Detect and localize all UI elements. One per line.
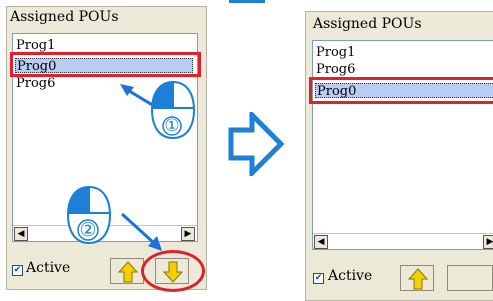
left-active-label: Active xyxy=(26,260,71,276)
right-panel-title: Assigned POUs xyxy=(313,16,422,32)
top-accent-bar xyxy=(229,0,265,3)
scroll-right-icon[interactable]: ▶ xyxy=(483,235,493,249)
arrow-up-icon xyxy=(408,268,428,290)
mouse-icon: ① xyxy=(150,80,196,144)
pointer-arrow-icon xyxy=(120,212,162,251)
right-horizontal-scrollbar[interactable]: ◀ ▶ xyxy=(313,233,493,249)
moved-item-highlight xyxy=(309,77,493,104)
step-1-label: ① xyxy=(164,116,180,136)
step-2-label: ② xyxy=(79,219,97,241)
list-item[interactable]: Prog1 xyxy=(315,45,493,60)
scroll-right-icon[interactable]: ▶ xyxy=(181,227,195,241)
mouse-icon: ② xyxy=(66,185,112,249)
left-move-up-button[interactable] xyxy=(110,258,144,284)
right-active-checkbox[interactable]: ✔ xyxy=(313,273,324,284)
list-item[interactable]: Prog6 xyxy=(315,62,493,77)
right-move-down-button[interactable] xyxy=(447,265,493,291)
left-panel-title: Assigned POUs xyxy=(10,9,119,25)
move-down-button-highlight xyxy=(141,250,205,292)
right-move-up-button[interactable] xyxy=(400,265,434,291)
right-active-label: Active xyxy=(328,268,373,284)
list-item[interactable]: Prog1 xyxy=(15,38,191,53)
arrow-up-icon xyxy=(118,261,138,283)
transition-arrow-icon xyxy=(228,112,284,176)
left-active-checkbox[interactable]: ✔ xyxy=(12,265,23,276)
scroll-left-icon[interactable]: ◀ xyxy=(314,235,328,249)
selected-item-highlight xyxy=(10,52,201,77)
scroll-left-icon[interactable]: ◀ xyxy=(14,227,28,241)
right-pou-listbox[interactable]: Prog1 Prog6 Prog0 ◀ ▶ xyxy=(312,40,493,250)
